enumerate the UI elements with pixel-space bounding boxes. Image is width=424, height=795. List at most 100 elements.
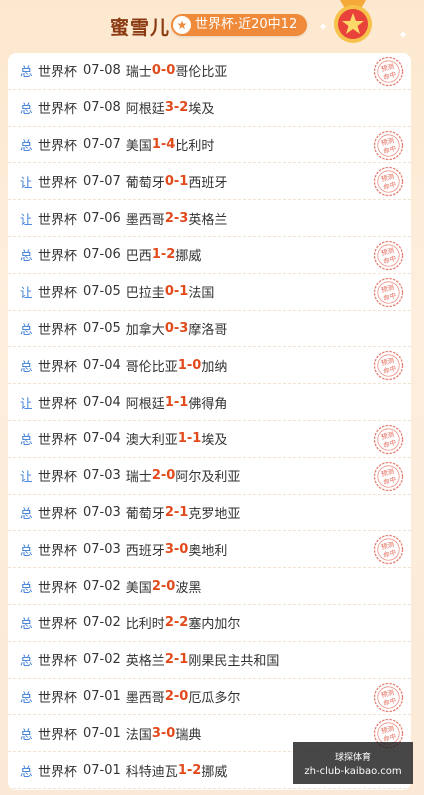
home-score: 1 xyxy=(177,762,187,778)
away-score: 2 xyxy=(179,100,189,116)
prediction-hit-stamp: 预测命中 xyxy=(373,351,404,381)
bet-type: 总 xyxy=(20,137,33,153)
prediction-hit-stamp: 预测命中 xyxy=(373,535,404,565)
bet-type: 总 xyxy=(20,505,33,521)
home-team: 瑞士 xyxy=(125,65,152,81)
match-date: 07-05 xyxy=(83,284,121,300)
bet-type: 总 xyxy=(20,432,33,448)
match-row[interactable]: 总世界杯 07-02 比利时 2 - 2 塞内加尔 xyxy=(8,605,411,642)
expert-name: 蜜雪儿 xyxy=(110,17,171,39)
league: 世界杯 xyxy=(38,617,78,633)
match-date: 07-01 xyxy=(83,688,121,704)
league: 世界杯 xyxy=(38,470,78,486)
away-score: 1 xyxy=(179,284,189,300)
match-row[interactable]: 总世界杯 07-05 加拿大 0 - 3 摩洛哥 xyxy=(8,311,411,348)
bet-type: 让 xyxy=(20,285,33,301)
bet-type: 总 xyxy=(20,653,33,669)
bet-type: 总 xyxy=(20,64,33,80)
home-team: 巴西 xyxy=(125,249,152,265)
match-row[interactable]: 总世界杯 07-06 巴西 1 - 2 挪威 预测 命中 xyxy=(8,237,411,274)
league: 世界杯 xyxy=(38,396,78,412)
match-row[interactable]: 让世界杯 07-05 巴拉圭 0 - 1 法国 预测 命中 xyxy=(8,274,411,311)
match-date: 07-07 xyxy=(83,173,121,189)
home-score: 1 xyxy=(177,357,187,373)
home-score: 3 xyxy=(164,541,174,557)
match-row[interactable]: 总世界杯 07-03 西班牙 3 - 0 奥地利 预测 命中 xyxy=(8,531,411,569)
match-row[interactable]: 总世界杯 07-04 澳大利亚 1 - 1 埃及 预测 命中 xyxy=(8,421,411,458)
medal-icon xyxy=(334,0,372,43)
home-score: 3 xyxy=(164,100,174,116)
match-date: 07-04 xyxy=(83,431,121,447)
away-score: 3 xyxy=(179,320,189,336)
match-row[interactable]: 让世界杯 07-03 瑞士 2 - 0 阿尔及利亚 预测 命中 xyxy=(8,458,411,495)
away-score: 1 xyxy=(192,431,202,447)
prediction-hit-stamp: 预测命中 xyxy=(373,682,404,712)
away-team: 埃及 xyxy=(201,433,228,449)
bet-type: 总 xyxy=(20,579,33,595)
bet-type: 总 xyxy=(20,689,33,705)
bet-type: 总 xyxy=(20,358,33,374)
bet-type: 让 xyxy=(20,469,33,485)
match-row[interactable]: 让世界杯 07-07 葡萄牙 0 - 1 西班牙 预测 命中 xyxy=(8,163,411,201)
home-score: 0 xyxy=(164,284,174,300)
league: 世界杯 xyxy=(38,727,78,743)
away-team: 比利时 xyxy=(175,138,215,154)
home-team: 美国 xyxy=(125,138,152,154)
home-team: 葡萄牙 xyxy=(125,506,165,522)
away-team: 刚果民主共和国 xyxy=(188,654,280,670)
league: 世界杯 xyxy=(38,654,78,670)
bet-type: 总 xyxy=(20,616,33,632)
match-row[interactable]: 让世界杯 07-06 墨西哥 2 - 3 英格兰 xyxy=(8,200,411,237)
prediction-hit-stamp: 预测命中 xyxy=(373,461,404,491)
match-row[interactable]: 总世界杯 07-07 美国 1 - 4 比利时 预测 命中 xyxy=(8,127,411,164)
match-date: 07-08 xyxy=(83,100,121,116)
home-team: 哥伦比亚 xyxy=(125,359,178,375)
match-date: 07-06 xyxy=(83,247,121,263)
match-row[interactable]: 总世界杯 07-02 美国 2 - 0 波黑 xyxy=(8,568,411,605)
match-date: 07-08 xyxy=(83,63,121,79)
prediction-hit-stamp: 预测命中 xyxy=(373,424,404,455)
match-row[interactable]: 总世界杯 07-02 英格兰 2 - 1 刚果民主共和国 xyxy=(8,642,411,679)
away-score: 1 xyxy=(179,394,189,410)
home-team: 巴拉圭 xyxy=(125,286,165,302)
sparkle-icon: ✦ xyxy=(318,20,329,34)
away-team: 阿尔及利亚 xyxy=(175,470,241,486)
star-icon: ★ xyxy=(173,16,191,34)
home-team: 瑞士 xyxy=(125,470,152,486)
home-score: 0 xyxy=(164,173,174,189)
match-row[interactable]: 让世界杯 07-04 阿根廷 1 - 1 佛得角 xyxy=(8,384,411,421)
away-team: 英格兰 xyxy=(188,212,228,228)
record-badge-label: 世界杯·近20中12 xyxy=(195,17,298,32)
match-row[interactable]: 总世界杯 07-03 葡萄牙 2 - 1 克罗地亚 xyxy=(8,495,411,532)
home-score: 1 xyxy=(151,136,161,152)
match-date: 07-07 xyxy=(83,136,121,152)
watermark-line2: zh-club-kaibao.com xyxy=(304,766,402,777)
league: 世界杯 xyxy=(38,580,78,596)
league: 世界杯 xyxy=(38,65,78,81)
away-team: 塞内加尔 xyxy=(188,617,241,633)
home-team: 比利时 xyxy=(125,617,165,633)
match-row[interactable]: 总世界杯 07-01 墨西哥 2 - 0 厄瓜多尔 预测 命中 xyxy=(8,679,411,716)
match-date: 07-05 xyxy=(83,320,121,336)
away-team: 奥地利 xyxy=(188,543,228,559)
match-row[interactable]: 总世界杯 07-08 瑞士 0 - 0 哥伦比亚 预测 命中 xyxy=(8,53,411,90)
home-team: 墨西哥 xyxy=(125,212,165,228)
away-team: 波黑 xyxy=(175,580,202,596)
away-team: 佛得角 xyxy=(188,396,228,412)
match-date: 07-06 xyxy=(83,210,121,226)
home-score: 0 xyxy=(151,63,161,79)
match-row[interactable]: 总世界杯 07-04 哥伦比亚 1 - 0 加纳 预测 命中 xyxy=(8,347,411,385)
league: 世界杯 xyxy=(38,102,78,118)
match-date: 07-02 xyxy=(83,615,121,631)
league: 世界杯 xyxy=(38,175,78,191)
league: 世界杯 xyxy=(38,322,78,338)
bet-type: 总 xyxy=(20,248,33,264)
away-team: 瑞典 xyxy=(175,727,202,743)
away-score: 0 xyxy=(166,578,176,594)
match-date: 07-02 xyxy=(83,652,121,668)
league: 世界杯 xyxy=(38,359,78,375)
away-score: 0 xyxy=(179,541,189,557)
home-score: 2 xyxy=(164,210,174,226)
match-date: 07-03 xyxy=(83,504,121,520)
match-row[interactable]: 总世界杯 07-08 阿根廷 3 - 2 埃及 xyxy=(8,90,411,127)
